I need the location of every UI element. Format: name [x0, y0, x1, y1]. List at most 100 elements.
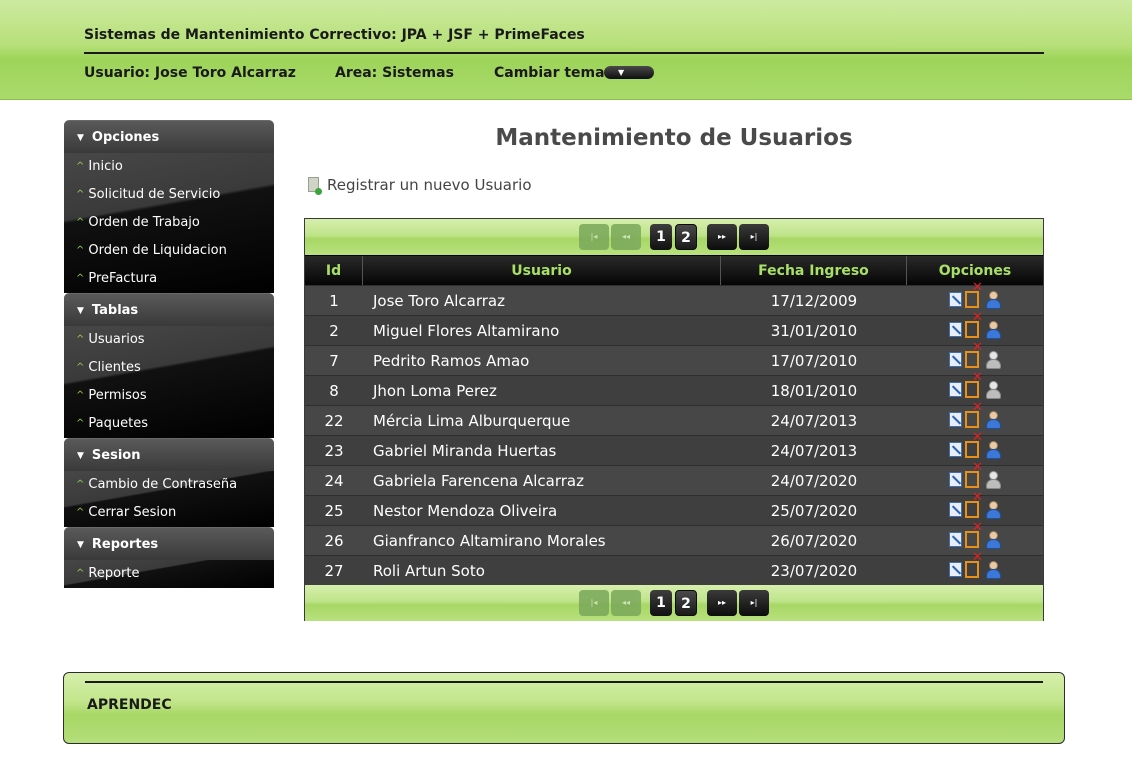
- delete-icon[interactable]: [965, 461, 983, 488]
- edit-icon[interactable]: [949, 502, 962, 517]
- pager-first-button[interactable]: |◂: [579, 224, 609, 250]
- panel-header-tablas[interactable]: ▼ Tablas: [64, 293, 274, 326]
- table-row[interactable]: 8 Jhon Loma Perez 18/01/2010: [305, 371, 1043, 405]
- delete-icon[interactable]: [965, 491, 983, 518]
- user-profile-icon[interactable]: [985, 561, 1003, 579]
- edit-icon[interactable]: [949, 532, 962, 547]
- caret-up-icon: ^: [76, 362, 85, 373]
- pager-next-button[interactable]: ▸▸: [707, 224, 737, 250]
- table-row[interactable]: 1 Jose Toro Alcarraz 17/12/2009: [305, 281, 1043, 315]
- sidebar-item[interactable]: ^ Orden de Trabajo: [64, 209, 274, 237]
- caret-up-icon: ^: [76, 217, 85, 228]
- caret-up-icon: ^: [76, 568, 85, 579]
- sidebar-item[interactable]: ^ Clientes: [64, 354, 274, 382]
- user-profile-icon[interactable]: [985, 531, 1003, 549]
- sidebar-item[interactable]: ^ Cerrar Sesion: [64, 499, 274, 527]
- table-row[interactable]: 27 Roli Artun Soto 23/07/2020: [305, 551, 1043, 585]
- cell-usuario: Pedrito Ramos Amao: [373, 352, 530, 370]
- table-header: Id Usuario Fecha Ingreso Opciones: [305, 255, 1043, 285]
- caret-up-icon: ^: [76, 334, 85, 345]
- panel-header-sesion[interactable]: ▼ Sesion: [64, 438, 274, 471]
- edit-icon[interactable]: [949, 472, 962, 487]
- cell-id: 25: [324, 502, 344, 520]
- sidebar-item[interactable]: ^ Reporte: [64, 560, 274, 588]
- pager-next-button[interactable]: ▸▸: [707, 590, 737, 616]
- edit-icon[interactable]: [949, 352, 962, 367]
- pager-page-2[interactable]: 2: [675, 224, 697, 250]
- delete-icon[interactable]: [965, 431, 983, 458]
- cell-usuario: Nestor Mendoza Oliveira: [373, 502, 558, 520]
- caret-up-icon: ^: [76, 245, 85, 256]
- sidebar-item[interactable]: ^ Paquetes: [64, 410, 274, 438]
- cell-usuario: Roli Artun Soto: [373, 562, 485, 580]
- panel-body: ^ Usuarios ^ Clientes ^ Permisos ^ Paquetes: [64, 326, 274, 438]
- delete-icon[interactable]: [965, 281, 983, 308]
- edit-icon[interactable]: [949, 382, 962, 397]
- edit-icon[interactable]: [949, 562, 962, 577]
- chevron-down-icon: ▼: [618, 68, 625, 77]
- user-profile-icon[interactable]: [985, 321, 1003, 339]
- table-row[interactable]: 7 Pedrito Ramos Amao 17/07/2010: [305, 341, 1043, 375]
- user-profile-icon[interactable]: [985, 291, 1003, 309]
- pager-prev-button[interactable]: ◂◂: [611, 224, 641, 250]
- cell-fecha: 24/07/2020: [770, 472, 858, 490]
- user-profile-icon[interactable]: [985, 501, 1003, 519]
- cell-id: 8: [329, 382, 339, 400]
- cell-usuario: Jhon Loma Perez: [373, 382, 497, 400]
- cell-fecha: 17/12/2009: [770, 292, 858, 310]
- table-row[interactable]: 22 Mércia Lima Alburquerque 24/07/2013: [305, 401, 1043, 435]
- table-row[interactable]: 25 Nestor Mendoza Oliveira 25/07/2020: [305, 491, 1043, 525]
- sidebar-item[interactable]: ^ PreFactura: [64, 265, 274, 293]
- pager-page-1[interactable]: 1: [650, 590, 672, 616]
- sidebar-item[interactable]: ^ Solicitud de Servicio: [64, 181, 274, 209]
- column-header-fecha[interactable]: Fecha Ingreso: [721, 256, 907, 285]
- sidebar-item[interactable]: ^ Permisos: [64, 382, 274, 410]
- pager-last-button[interactable]: ▸|: [739, 224, 769, 250]
- sidebar-item[interactable]: ^ Cambio de Contraseña: [64, 471, 274, 499]
- pager-top: |◂ ◂◂ 1 2 ▸▸ ▸|: [305, 219, 1043, 255]
- table-row[interactable]: 23 Gabriel Miranda Huertas 24/07/2013: [305, 431, 1043, 465]
- delete-icon[interactable]: [965, 401, 983, 428]
- edit-icon[interactable]: [949, 412, 962, 427]
- user-profile-icon[interactable]: [985, 381, 1003, 399]
- edit-icon[interactable]: [949, 322, 962, 337]
- user-profile-icon[interactable]: [985, 411, 1003, 429]
- add-document-icon: [308, 177, 322, 195]
- delete-icon[interactable]: [965, 371, 983, 398]
- delete-icon[interactable]: [965, 311, 983, 338]
- register-user-link[interactable]: Registrar un nuevo Usuario: [308, 175, 532, 195]
- pager-prev-button[interactable]: ◂◂: [611, 590, 641, 616]
- panel-header-opciones[interactable]: ▼ Opciones: [64, 120, 274, 153]
- column-header-id[interactable]: Id: [305, 256, 363, 285]
- column-header-usuario[interactable]: Usuario: [363, 256, 721, 285]
- delete-icon[interactable]: [965, 551, 983, 578]
- table-row[interactable]: 26 Gianfranco Altamirano Morales 26/07/202…: [305, 521, 1043, 555]
- edit-icon[interactable]: [949, 292, 962, 307]
- user-profile-icon[interactable]: [985, 351, 1003, 369]
- sidebar-item-label: Inicio: [88, 159, 123, 174]
- sidebar-item[interactable]: ^ Inicio: [64, 153, 274, 181]
- cell-usuario: Jose Toro Alcarraz: [373, 292, 505, 310]
- table-row[interactable]: 24 Gabriela Farencena Alcarraz 24/07/2020: [305, 461, 1043, 495]
- cell-id: 23: [324, 442, 344, 460]
- edit-icon[interactable]: [949, 442, 962, 457]
- sidebar-item[interactable]: ^ Usuarios: [64, 326, 274, 354]
- delete-icon[interactable]: [965, 521, 983, 548]
- delete-icon[interactable]: [965, 341, 983, 368]
- cell-usuario: Miguel Flores Altamirano: [373, 322, 560, 340]
- theme-switcher-dropdown[interactable]: ▼: [604, 66, 654, 79]
- cell-usuario: Gabriela Farencena Alcarraz: [373, 472, 584, 490]
- user-profile-icon[interactable]: [985, 441, 1003, 459]
- panel-header-reportes[interactable]: ▼ Reportes: [64, 527, 274, 560]
- sidebar-item[interactable]: ^ Orden de Liquidacion: [64, 237, 274, 265]
- pager-page-1[interactable]: 1: [650, 224, 672, 250]
- cell-id: 2: [329, 322, 339, 340]
- pager-last-button[interactable]: ▸|: [739, 590, 769, 616]
- sidebar-item-label: Usuarios: [88, 332, 145, 347]
- pager-page-2[interactable]: 2: [675, 590, 697, 616]
- sidebar-item-label: Solicitud de Servicio: [88, 187, 221, 202]
- table-row[interactable]: 2 Miguel Flores Altamirano 31/01/2010: [305, 311, 1043, 345]
- user-profile-icon[interactable]: [985, 471, 1003, 489]
- panel-body: ^ Inicio ^ Solicitud de Servicio ^ Orden de T…: [64, 153, 274, 293]
- pager-first-button[interactable]: |◂: [579, 590, 609, 616]
